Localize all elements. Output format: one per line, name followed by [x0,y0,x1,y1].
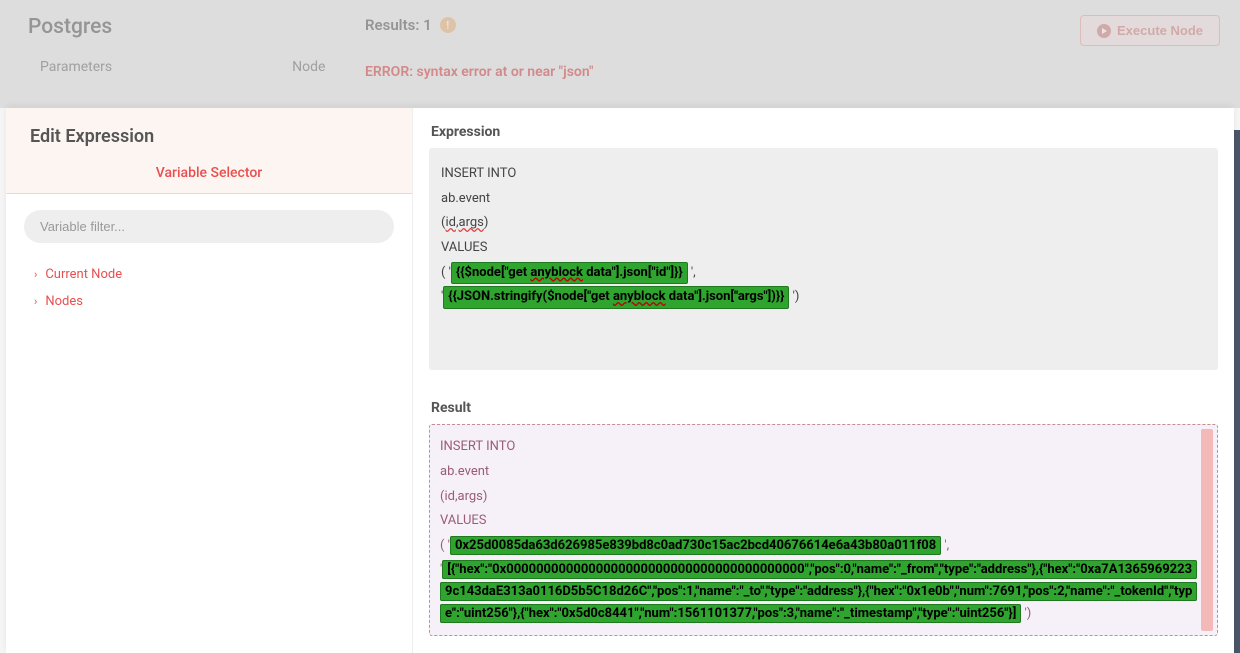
modal-title: Edit Expression [30,126,388,147]
execute-node-label: Execute Node [1117,23,1203,38]
chevron-right-icon: › [34,295,37,308]
expression-token[interactable]: {{$node["get anyblock data"].json["id"]}… [451,262,688,284]
result-label: Result [431,400,1218,416]
expression-token[interactable]: {{JSON.stringify($node["get anyblock dat… [443,286,789,308]
tree-nodes-label: Nodes [45,294,83,309]
tab-parameters[interactable]: Parameters [40,59,112,75]
execute-node-button[interactable]: Execute Node [1080,15,1220,46]
warning-icon: ! [440,17,456,33]
variable-selector-tab[interactable]: Variable Selector [30,165,388,193]
variable-filter-input[interactable] [24,210,394,243]
expression-editor[interactable]: INSERT INTO ab.event (id,args) VALUES ( … [429,148,1218,370]
tree-current-node[interactable]: › Current Node [34,261,394,288]
tree-nodes[interactable]: › Nodes [34,288,394,315]
tree-current-node-label: Current Node [45,267,122,282]
result-token: 0x25d0085da63d626985e839bd8c0ad730c15ac2… [450,536,941,555]
right-pane: Expression INSERT INTO ab.event (id,args… [413,108,1234,653]
tab-node[interactable]: Node [292,59,325,75]
background-node-panel: Postgres Parameters Node Results: 1 ! Ex… [0,0,1240,108]
edit-expression-modal: Edit Expression Variable Selector › Curr… [6,108,1234,653]
result-output[interactable]: INSERT INTO ab.event (id,args) VALUES ( … [429,424,1218,636]
play-icon [1097,24,1111,38]
error-message: ERROR: syntax error at or near "json" [365,64,1220,80]
chevron-right-icon: › [34,268,37,281]
left-pane: Edit Expression Variable Selector › Curr… [6,108,413,653]
results-count: Results: 1 ! [365,16,456,34]
result-scrollbar[interactable] [1201,429,1213,631]
result-token: [{"hex":"0x00000000000000000000000000000… [440,560,1197,623]
expression-label: Expression [431,124,1218,140]
results-count-label: Results: 1 [365,16,432,34]
